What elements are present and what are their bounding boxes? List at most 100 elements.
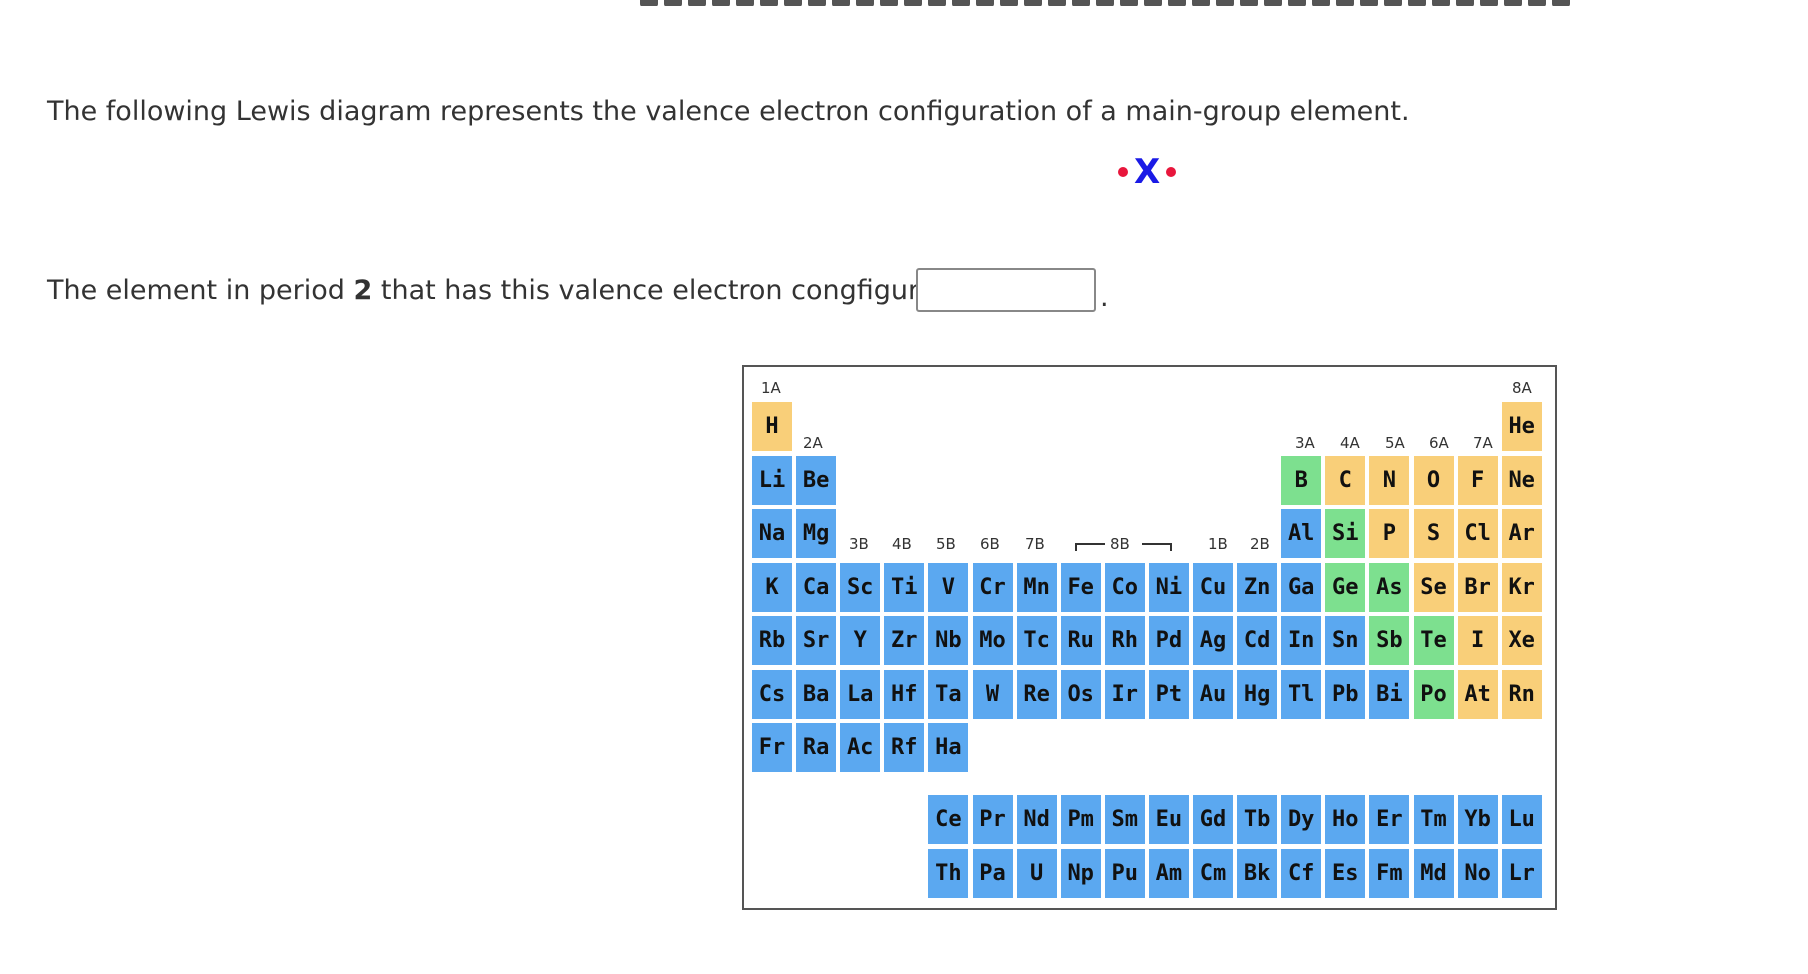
element-cell-tm: Tm [1413, 795, 1454, 844]
group-label-7b: 7B [1025, 535, 1045, 553]
element-cell-u: U [1016, 848, 1057, 898]
electron-dot-right [1166, 166, 1177, 177]
group-label-7a: 7A [1473, 434, 1493, 452]
element-cell-k: K [752, 562, 792, 612]
element-cell-ta: Ta [928, 669, 969, 719]
element-cell-hg: Hg [1237, 669, 1278, 719]
element-cell-hf: Hf [884, 669, 925, 719]
group-label-3a: 3A [1295, 434, 1315, 452]
element-cell-f: F [1457, 455, 1498, 505]
element-cell-re: Re [1016, 669, 1057, 719]
element-cell-xe: Xe [1501, 616, 1542, 665]
group-label-1b: 1B [1208, 535, 1228, 553]
element-cell-cu: Cu [1193, 562, 1233, 612]
element-cell-zr: Zr [884, 616, 925, 665]
element-cell-la: La [840, 669, 881, 719]
element-cell-i: I [1457, 616, 1498, 665]
element-cell-no: No [1457, 848, 1498, 898]
element-cell-gd: Gd [1193, 795, 1233, 844]
element-cell-pb: Pb [1325, 669, 1366, 719]
element-cell-na: Na [752, 509, 792, 558]
element-cell-as: As [1369, 562, 1410, 612]
element-cell-b: B [1281, 455, 1322, 505]
group-label-4a: 4A [1340, 434, 1360, 452]
element-cell-in: In [1281, 616, 1322, 665]
element-cell-rf: Rf [884, 723, 925, 772]
element-cell-si: Si [1325, 509, 1366, 558]
element-cell-cs: Cs [752, 669, 792, 719]
group-label-8a: 8A [1512, 379, 1532, 397]
element-cell-o: O [1413, 455, 1454, 505]
element-cell-po: Po [1413, 669, 1454, 719]
element-cell-cm: Cm [1193, 848, 1233, 898]
element-cell-tl: Tl [1281, 669, 1322, 719]
group-label-6a: 6A [1429, 434, 1449, 452]
element-cell-pd: Pd [1148, 616, 1189, 665]
element-cell-ne: Ne [1501, 455, 1542, 505]
element-cell-os: Os [1060, 669, 1101, 719]
element-cell-dy: Dy [1281, 795, 1322, 844]
element-cell-cr: Cr [972, 562, 1013, 612]
lewis-symbol: X [1134, 152, 1161, 192]
element-cell-tb: Tb [1237, 795, 1278, 844]
element-cell-cf: Cf [1281, 848, 1322, 898]
element-cell-sc: Sc [840, 562, 881, 612]
element-cell-pr: Pr [972, 795, 1013, 844]
element-cell-cl: Cl [1457, 509, 1498, 558]
element-cell-ac: Ac [840, 723, 881, 772]
element-cell-pa: Pa [972, 848, 1013, 898]
element-cell-ir: Ir [1104, 669, 1145, 719]
element-cell-sn: Sn [1325, 616, 1366, 665]
8b-bracket-left [1075, 543, 1105, 551]
element-cell-sm: Sm [1104, 795, 1145, 844]
group-label-5a: 5A [1385, 434, 1405, 452]
element-cell-nd: Nd [1016, 795, 1057, 844]
element-cell-nb: Nb [928, 616, 969, 665]
element-cell-ba: Ba [796, 669, 837, 719]
element-cell-tc: Tc [1016, 616, 1057, 665]
question-prompt: The element in period 2 that has this va… [47, 275, 1018, 306]
element-cell-at: At [1457, 669, 1498, 719]
element-cell-rn: Rn [1501, 669, 1542, 719]
element-cell-te: Te [1413, 616, 1454, 665]
element-cell-ti: Ti [884, 562, 925, 612]
element-cell-pt: Pt [1148, 669, 1189, 719]
answer-input[interactable] [916, 268, 1096, 312]
element-cell-ho: Ho [1325, 795, 1366, 844]
element-cell-er: Er [1369, 795, 1410, 844]
prompt-before: The element in period [47, 275, 354, 306]
element-cell-v: V [928, 562, 969, 612]
group-label-8b: 8B [1110, 535, 1130, 553]
element-cell-ru: Ru [1060, 616, 1101, 665]
8b-bracket-right [1142, 543, 1172, 551]
element-cell-w: W [972, 669, 1013, 719]
element-cell-ce: Ce [928, 795, 969, 844]
trailing-period: . [1100, 282, 1109, 313]
element-cell-c: C [1325, 455, 1366, 505]
cut-off-text-line [640, 0, 1600, 6]
element-cell-n: N [1369, 455, 1410, 505]
element-cell-bk: Bk [1237, 848, 1278, 898]
element-cell-mo: Mo [972, 616, 1013, 665]
group-label-2b: 2B [1250, 535, 1270, 553]
element-cell-co: Co [1104, 562, 1145, 612]
element-cell-ni: Ni [1148, 562, 1189, 612]
periodic-table: 1A 8A 2A 3A 4A 5A 6A 7A 3B 4B 5B 6B 7B 8… [742, 365, 1557, 910]
element-cell-li: Li [752, 455, 792, 505]
element-cell-s: S [1413, 509, 1454, 558]
group-label-2a: 2A [803, 434, 823, 452]
element-cell-md: Md [1413, 848, 1454, 898]
element-cell-rb: Rb [752, 616, 792, 665]
element-cell-np: Np [1060, 848, 1101, 898]
element-cell-pu: Pu [1104, 848, 1145, 898]
element-cell-ga: Ga [1281, 562, 1322, 612]
element-cell-sb: Sb [1369, 616, 1410, 665]
period-number: 2 [353, 275, 373, 306]
element-cell-ca: Ca [796, 562, 837, 612]
element-cell-be: Be [796, 455, 837, 505]
element-cell-bi: Bi [1369, 669, 1410, 719]
group-label-3b: 3B [849, 535, 869, 553]
group-label-4b: 4B [892, 535, 912, 553]
element-cell-mn: Mn [1016, 562, 1057, 612]
element-cell-fe: Fe [1060, 562, 1101, 612]
